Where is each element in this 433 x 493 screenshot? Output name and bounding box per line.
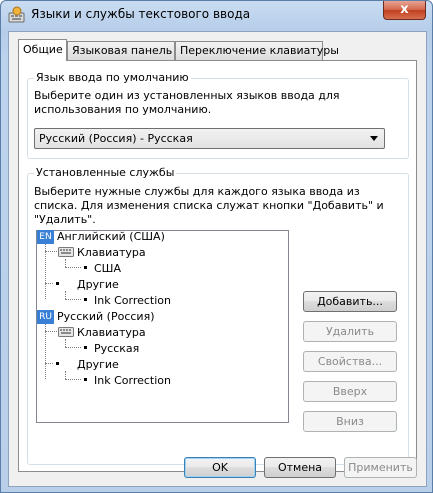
dialog-window: Языки и службы текстового ввода x Общие … — [0, 0, 433, 493]
tree-node-ru-layout[interactable]: Русская — [94, 341, 139, 357]
add-button[interactable]: Добавить... — [303, 291, 397, 312]
dialog-client-area: Общие Языковая панель Переключение клави… — [8, 31, 427, 487]
en-language-icon: EN — [37, 230, 54, 244]
bullet-icon — [84, 298, 87, 301]
remove-button[interactable]: Удалить — [303, 321, 397, 342]
ok-button[interactable]: OK — [184, 457, 256, 478]
window-title: Языки и службы текстового ввода — [31, 7, 251, 21]
tree-line — [65, 339, 66, 347]
tree-line — [45, 331, 57, 332]
default-language-group: Язык ввода по умолчанию Выберите один из… — [27, 71, 409, 159]
tree-node-en-ink-correction[interactable]: Ink Correction — [94, 293, 171, 309]
installed-services-legend: Установленные службы — [34, 166, 177, 179]
tree-node-russian[interactable]: Русский (Россия) — [57, 309, 155, 325]
tree-line — [45, 363, 53, 364]
keyboard-icon — [58, 327, 74, 337]
bullet-icon — [56, 282, 59, 285]
move-up-button[interactable]: Вверх — [303, 381, 397, 402]
default-language-legend: Язык ввода по умолчанию — [34, 71, 191, 84]
tab-language-bar[interactable]: Языковая панель — [67, 41, 175, 60]
tree-line — [65, 299, 81, 300]
tree-line — [65, 291, 66, 299]
tree-line — [65, 267, 81, 268]
title-bar[interactable]: Языки и службы текстового ввода x — [1, 1, 432, 29]
properties-button[interactable]: Свойства... — [303, 351, 397, 372]
keyboard-icon — [58, 247, 74, 257]
tree-node-en-layout[interactable]: США — [94, 261, 121, 277]
bullet-icon — [84, 378, 87, 381]
bullet-icon — [84, 266, 87, 269]
tree-line — [45, 251, 57, 252]
tree-node-en-keyboard[interactable]: Клавиатура — [77, 245, 146, 261]
tree-node-english[interactable]: Английский (США) — [57, 229, 165, 245]
tree-node-ru-keyboard[interactable]: Клавиатура — [77, 325, 146, 341]
tree-line — [65, 259, 66, 267]
language-settings-icon — [8, 6, 25, 23]
tree-node-ru-other[interactable]: Другие — [77, 357, 119, 373]
tree-line — [65, 347, 81, 348]
default-language-select[interactable]: Русский (Россия) - Русская — [34, 128, 385, 149]
default-language-value: Русский (Россия) - Русская — [39, 132, 193, 145]
apply-button[interactable]: Применить — [344, 457, 417, 478]
chevron-down-icon — [370, 136, 378, 141]
tree-line — [45, 283, 53, 284]
ru-language-icon: RU — [37, 310, 54, 324]
tab-panel-general: Язык ввода по умолчанию Выберите один из… — [18, 60, 417, 472]
bullet-icon — [56, 362, 59, 365]
installed-services-group: Установленные службы Выберите нужные слу… — [27, 166, 409, 465]
bullet-icon — [84, 346, 87, 349]
tree-node-ru-ink-correction[interactable]: Ink Correction — [94, 373, 171, 389]
move-down-button[interactable]: Вниз — [303, 411, 397, 432]
tree-line — [65, 379, 81, 380]
tree-node-en-other[interactable]: Другие — [77, 277, 119, 293]
close-button[interactable]: x — [383, 1, 426, 20]
cancel-button[interactable]: Отмена — [264, 457, 336, 478]
services-tree[interactable]: EN Английский (США) Клавиатура США Други… — [36, 230, 289, 423]
tab-keyboard-switching[interactable]: Переключение клавиатуры — [175, 41, 339, 60]
default-language-description: Выберите один из установленных языков вв… — [34, 89, 340, 116]
tree-line — [65, 371, 66, 379]
tab-general[interactable]: Общие — [18, 39, 67, 61]
installed-services-description: Выберите нужные службы для каждого языка… — [34, 185, 384, 226]
